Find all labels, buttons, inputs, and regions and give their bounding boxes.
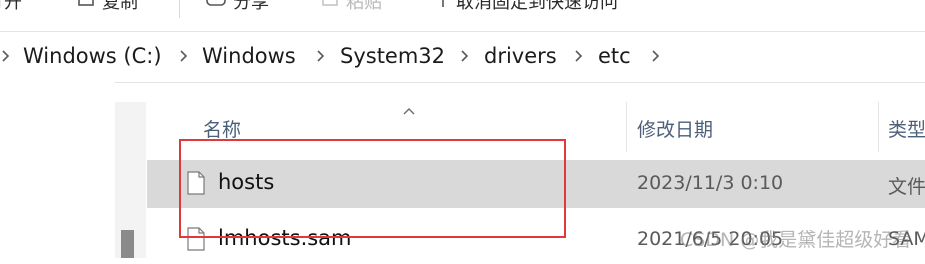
highlight-box bbox=[179, 139, 566, 238]
breadcrumb-etc[interactable]: etc bbox=[598, 44, 631, 68]
column-header-name[interactable]: 名称 bbox=[203, 115, 241, 142]
navigation-pane bbox=[0, 82, 115, 258]
column-header-date-modified[interactable]: 修改日期 bbox=[637, 115, 713, 142]
share-icon bbox=[205, 0, 227, 14]
open-button[interactable]: 打开 bbox=[0, 0, 22, 14]
file-date-modified: 2023/11/3 0:10 bbox=[637, 172, 784, 194]
share-label: 分享 bbox=[233, 0, 269, 13]
ribbon-toolbar: 打开 复制 分享 粘贴 取消固定到快速访问 bbox=[0, 0, 925, 24]
column-header-type[interactable]: 类型 bbox=[888, 115, 925, 142]
breadcrumb-drive[interactable]: Windows (C:) bbox=[23, 44, 162, 68]
column-divider[interactable] bbox=[878, 102, 879, 152]
breadcrumb-drivers[interactable]: drivers bbox=[484, 44, 557, 68]
chevron-right-icon[interactable] bbox=[650, 49, 662, 63]
breadcrumb-windows[interactable]: Windows bbox=[202, 44, 296, 68]
chevron-right-icon bbox=[0, 49, 12, 63]
copy-button[interactable]: 复制 bbox=[76, 0, 138, 14]
unpin-label: 取消固定到快速访问 bbox=[456, 0, 618, 13]
copy-label: 复制 bbox=[102, 0, 138, 13]
copy-icon bbox=[76, 0, 96, 14]
breadcrumb-system32[interactable]: System32 bbox=[340, 44, 445, 68]
share-button[interactable]: 分享 bbox=[205, 0, 269, 14]
watermark: CSDN @我是黛佳超级好看 bbox=[680, 229, 912, 251]
paste-label: 粘贴 bbox=[346, 0, 382, 13]
chevron-right-icon[interactable] bbox=[573, 49, 585, 63]
chevron-right-icon[interactable] bbox=[315, 49, 327, 63]
chevron-right-icon[interactable] bbox=[459, 49, 471, 63]
sort-ascending-icon bbox=[402, 100, 416, 115]
unpin-button[interactable]: 取消固定到快速访问 bbox=[436, 0, 618, 14]
column-divider[interactable] bbox=[626, 102, 627, 152]
unpin-icon bbox=[436, 0, 450, 14]
open-label: 打开 bbox=[0, 0, 22, 13]
file-type: 文件 bbox=[888, 176, 925, 198]
chevron-right-icon[interactable] bbox=[178, 49, 190, 63]
address-bar[interactable]: Windows (C:) Windows System32 drivers et… bbox=[0, 31, 925, 83]
toolbar-divider bbox=[179, 0, 180, 18]
navigation-scrollbar-thumb[interactable] bbox=[121, 230, 134, 258]
paste-icon bbox=[320, 0, 340, 14]
paste-button[interactable]: 粘贴 bbox=[320, 0, 382, 14]
